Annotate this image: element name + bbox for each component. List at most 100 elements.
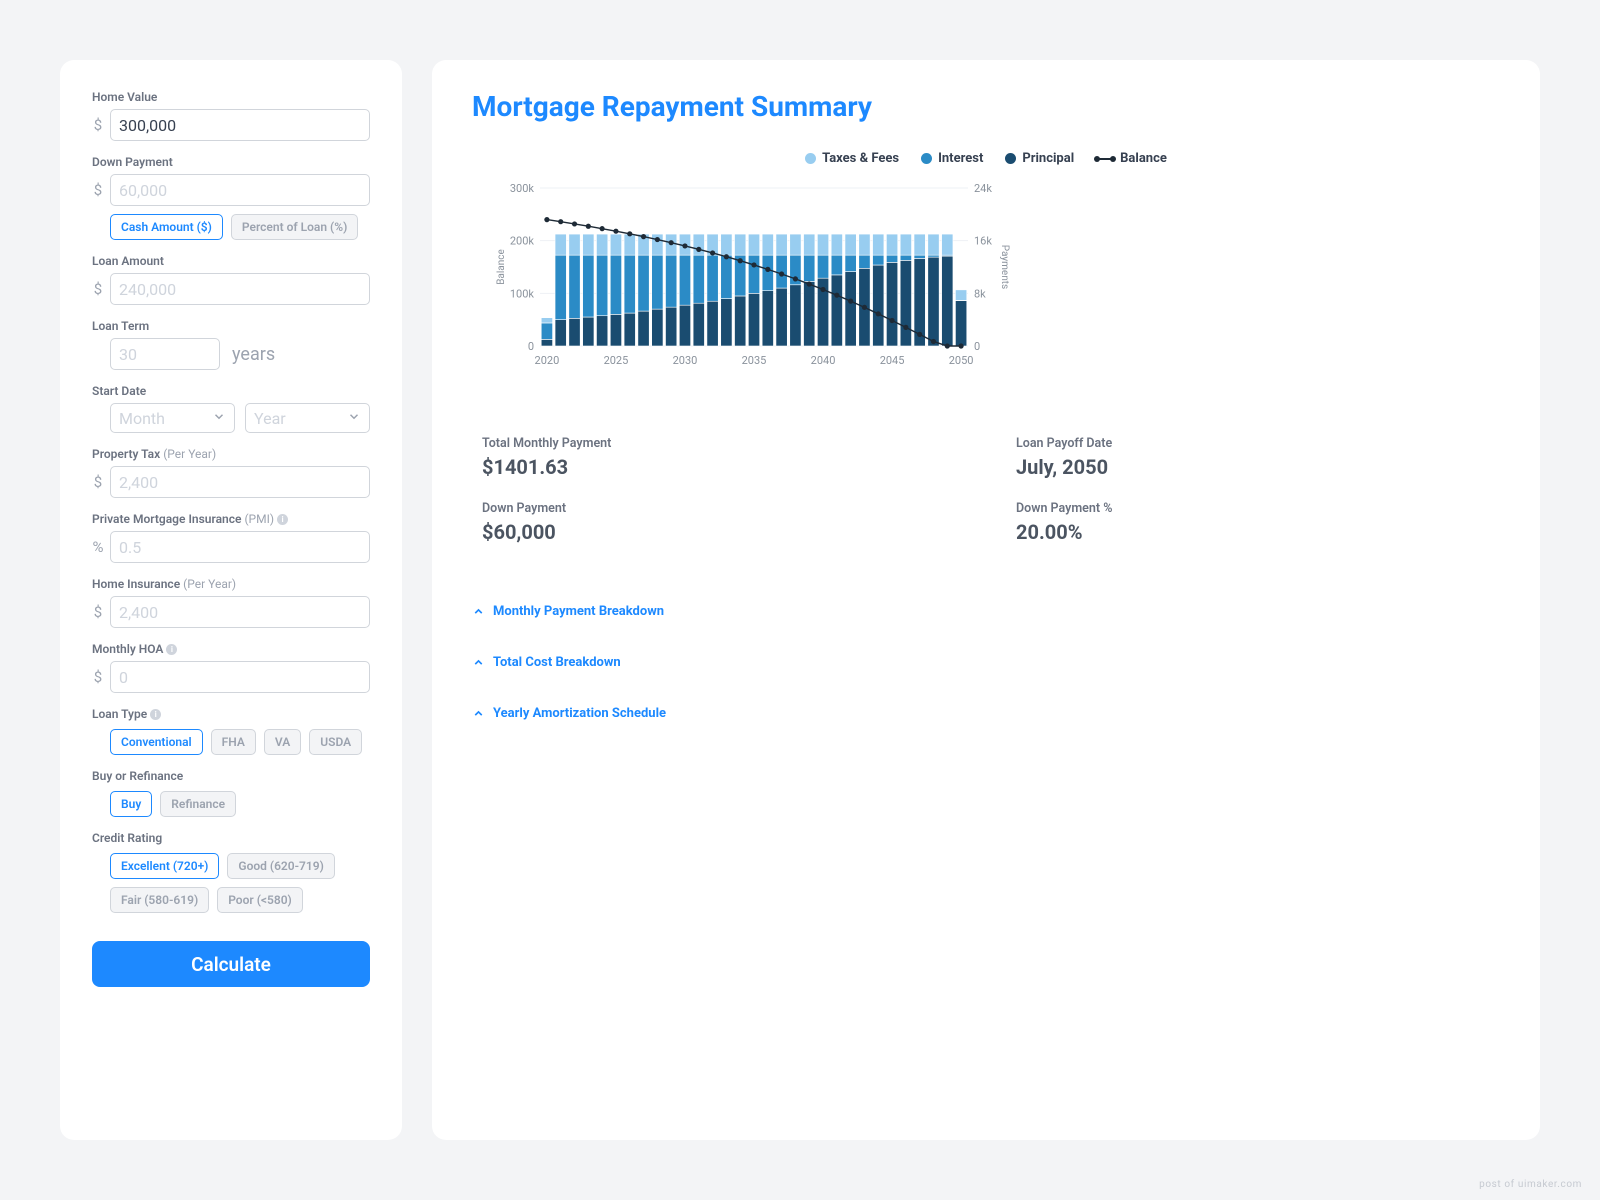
accordion-monthly-breakdown[interactable]: Monthly Payment Breakdown — [472, 586, 1500, 637]
kpi-grid: Total Monthly Payment$1401.63 Loan Payof… — [472, 436, 1500, 544]
field-property-tax: Property Tax (Per Year) $ — [92, 447, 370, 498]
label-pmi: Private Mortgage Insurance (PMI)i — [92, 512, 370, 526]
chip-cash-amount[interactable]: Cash Amount ($) — [110, 214, 223, 240]
field-start-date: Start Date Month Year — [92, 384, 370, 433]
info-icon[interactable]: i — [150, 709, 161, 720]
label-start-date: Start Date — [92, 384, 370, 398]
select-year[interactable]: Year — [245, 403, 370, 433]
suffix-years: years — [232, 344, 275, 365]
field-loan-amount: Loan Amount $ — [92, 254, 370, 305]
prefix-dollar: $ — [92, 603, 104, 621]
prefix-dollar: $ — [92, 181, 104, 199]
svg-text:2020: 2020 — [535, 354, 560, 367]
svg-text:2050: 2050 — [949, 354, 974, 367]
chip-refinance[interactable]: Refinance — [160, 791, 236, 817]
summary-panel: Mortgage Repayment Summary Taxes & Fees … — [432, 60, 1540, 1140]
field-home-value: Home Value $ — [92, 90, 370, 141]
chip-percent-loan[interactable]: Percent of Loan (%) — [231, 214, 358, 240]
field-pmi: Private Mortgage Insurance (PMI)i % — [92, 512, 370, 563]
svg-text:8k: 8k — [974, 287, 986, 300]
label-home-insurance: Home Insurance (Per Year) — [92, 577, 370, 591]
form-panel: Home Value $ Down Payment $ Cash Amount … — [60, 60, 402, 1140]
svg-text:2045: 2045 — [880, 354, 905, 367]
label-hoa: Monthly HOAi — [92, 642, 370, 656]
chip-credit-fair[interactable]: Fair (580-619) — [110, 887, 209, 913]
prefix-dollar: $ — [92, 116, 104, 134]
chip-credit-good[interactable]: Good (620-719) — [227, 853, 334, 879]
label-loan-amount: Loan Amount — [92, 254, 370, 268]
legend-taxes: Taxes & Fees — [805, 151, 899, 166]
input-property-tax[interactable] — [110, 466, 370, 498]
prefix-dollar: $ — [92, 280, 104, 298]
chevron-down-icon — [212, 409, 226, 428]
legend-principal: Principal — [1005, 151, 1074, 166]
legend-interest: Interest — [921, 151, 983, 166]
calculate-button[interactable]: Calculate — [92, 941, 370, 987]
label-property-tax: Property Tax (Per Year) — [92, 447, 370, 461]
chip-conventional[interactable]: Conventional — [110, 729, 203, 755]
chevron-up-icon — [472, 605, 485, 618]
field-credit-rating: Credit Rating Excellent (720+) Good (620… — [92, 831, 370, 913]
chip-va[interactable]: VA — [264, 729, 301, 755]
input-loan-amount[interactable] — [110, 273, 370, 305]
footer-credit: post of uimaker.com — [1479, 1179, 1582, 1190]
label-loan-type: Loan Typei — [92, 707, 370, 721]
field-home-insurance: Home Insurance (Per Year) $ — [92, 577, 370, 628]
svg-text:Balance: Balance — [496, 249, 507, 285]
prefix-percent: % — [92, 538, 104, 556]
chip-fha[interactable]: FHA — [211, 729, 256, 755]
svg-text:300k: 300k — [510, 182, 535, 195]
kpi-payoff-date: Loan Payoff DateJuly, 2050 — [1016, 436, 1490, 479]
label-home-value: Home Value — [92, 90, 370, 104]
info-icon[interactable]: i — [277, 514, 288, 525]
svg-text:100k: 100k — [510, 287, 535, 300]
chip-buy[interactable]: Buy — [110, 791, 152, 817]
circle-icon — [805, 153, 816, 164]
accordion-amortization[interactable]: Yearly Amortization Schedule — [472, 688, 1500, 739]
chip-credit-poor[interactable]: Poor (<580) — [217, 887, 303, 913]
field-down-payment: Down Payment $ Cash Amount ($) Percent o… — [92, 155, 370, 240]
chip-usda[interactable]: USDA — [309, 729, 362, 755]
accordion-total-cost[interactable]: Total Cost Breakdown — [472, 637, 1500, 688]
mortgage-chart: 0 100k 200k 300k 0 8k 16k 24k Balance Payments 202… — [492, 182, 1012, 372]
label-loan-term: Loan Term — [92, 319, 370, 333]
kpi-down-payment: Down Payment$60,000 — [482, 501, 956, 544]
select-month[interactable]: Month — [110, 403, 235, 433]
kpi-total-monthly: Total Monthly Payment$1401.63 — [482, 436, 956, 479]
info-icon[interactable]: i — [166, 644, 177, 655]
kpi-down-payment-pct: Down Payment %20.00% — [1016, 501, 1490, 544]
svg-text:24k: 24k — [974, 182, 992, 195]
field-buy-refi: Buy or Refinance Buy Refinance — [92, 769, 370, 817]
input-home-value[interactable] — [110, 109, 370, 141]
chevron-up-icon — [472, 707, 485, 720]
input-pmi[interactable] — [110, 531, 370, 563]
chart-area: Taxes & Fees Interest Principal Balance … — [472, 151, 1500, 396]
input-down-payment[interactable] — [110, 174, 370, 206]
input-hoa[interactable] — [110, 661, 370, 693]
svg-text:2030: 2030 — [673, 354, 698, 367]
svg-text:0: 0 — [974, 340, 980, 353]
svg-text:2035: 2035 — [742, 354, 767, 367]
field-hoa: Monthly HOAi $ — [92, 642, 370, 693]
svg-text:2040: 2040 — [811, 354, 836, 367]
circle-icon — [1005, 153, 1016, 164]
svg-text:0: 0 — [528, 340, 534, 353]
label-buy-refi: Buy or Refinance — [92, 769, 370, 783]
chip-credit-excellent[interactable]: Excellent (720+) — [110, 853, 219, 879]
accordion: Monthly Payment Breakdown Total Cost Bre… — [472, 586, 1500, 739]
prefix-dollar: $ — [92, 473, 104, 491]
svg-text:200k: 200k — [510, 235, 535, 248]
svg-text:2025: 2025 — [604, 354, 629, 367]
prefix-dollar: $ — [92, 668, 104, 686]
svg-text:16k: 16k — [974, 235, 992, 248]
input-loan-term[interactable] — [110, 338, 220, 370]
circle-icon — [921, 153, 932, 164]
chevron-up-icon — [472, 656, 485, 669]
input-home-insurance[interactable] — [110, 596, 370, 628]
label-down-payment: Down Payment — [92, 155, 370, 169]
svg-text:Payments: Payments — [999, 245, 1010, 289]
line-icon — [1096, 158, 1114, 160]
field-loan-term: Loan Term years — [92, 319, 370, 370]
label-credit-rating: Credit Rating — [92, 831, 370, 845]
chevron-down-icon — [347, 409, 361, 428]
